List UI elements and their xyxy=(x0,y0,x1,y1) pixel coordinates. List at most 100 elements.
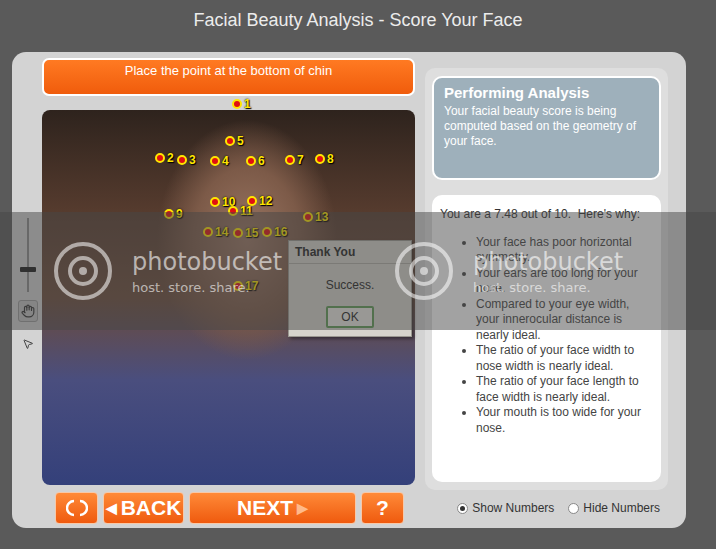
point-dot[interactable] xyxy=(164,209,174,219)
face-point[interactable]: 15 xyxy=(233,226,258,240)
face-point[interactable]: 2 xyxy=(155,151,174,165)
point-label: 2 xyxy=(167,151,174,165)
help-button[interactable]: ? xyxy=(361,492,404,524)
reason-item: The ratio of your face length to face wi… xyxy=(476,374,651,405)
face-point[interactable]: 9 xyxy=(164,207,183,221)
watermark-brand: photobucket xyxy=(473,248,623,276)
point-label: 1 xyxy=(244,97,251,111)
point-label: 13 xyxy=(315,210,328,224)
main-panel: Place the point at the bottom of chin123… xyxy=(12,52,686,528)
face-point[interactable]: 14 xyxy=(203,225,228,239)
title-bar: Facial Beauty Analysis - Score Your Face xyxy=(0,0,716,52)
pan-button[interactable] xyxy=(18,300,38,322)
reason-list: Your face has poor horizontal symmetry.Y… xyxy=(440,235,651,437)
score-summary: You are a 7.48 out of 10. Here's why: xyxy=(440,207,651,223)
point-dot[interactable] xyxy=(155,153,165,163)
slider-thumb[interactable] xyxy=(20,267,36,272)
back-button[interactable]: ◀BACK xyxy=(103,492,184,524)
radio-option[interactable]: Show Numbers xyxy=(457,501,554,515)
face-point[interactable]: 6 xyxy=(246,154,265,168)
point-label: 15 xyxy=(245,226,258,240)
face-point[interactable]: 7 xyxy=(285,153,304,167)
analysis-box: Performing Analysis Your facial beauty sc… xyxy=(432,76,661,180)
point-dot[interactable] xyxy=(177,155,187,165)
point-dot[interactable] xyxy=(247,196,257,206)
point-dot[interactable] xyxy=(210,156,220,166)
point-dot[interactable] xyxy=(233,228,243,238)
point-label: 4 xyxy=(222,154,229,168)
point-label: 7 xyxy=(297,153,304,167)
watermark-brand: photobucket xyxy=(132,248,282,276)
select-button[interactable] xyxy=(22,338,34,350)
point-label: 9 xyxy=(176,207,183,221)
reset-icon xyxy=(66,499,88,517)
analysis-text: Your facial beauty score is being comput… xyxy=(444,104,649,149)
cursor-icon xyxy=(22,338,34,350)
point-dot[interactable] xyxy=(232,99,242,109)
reason-item: Compared to your eye width, your inneroc… xyxy=(476,297,651,344)
point-dot[interactable] xyxy=(285,155,295,165)
message-dialog: Thank You Success. OK xyxy=(288,240,412,337)
point-label: 17 xyxy=(245,279,258,293)
instruction-bar: Place the point at the bottom of chin xyxy=(42,58,415,96)
number-display-options: Show Numbers Hide Numbers xyxy=(457,501,660,515)
next-button[interactable]: NEXT▶ xyxy=(189,492,356,524)
app-window: Facial Beauty Analysis - Score Your Face… xyxy=(0,0,716,549)
watermark-tagline: host. store. share. xyxy=(473,280,623,295)
point-label: 6 xyxy=(258,154,265,168)
point-label: 5 xyxy=(237,134,244,148)
reset-button[interactable] xyxy=(55,492,98,524)
reason-item: The ratio of your face width to nose wid… xyxy=(476,343,651,374)
face-point[interactable]: 5 xyxy=(225,134,244,148)
point-label: 3 xyxy=(189,153,196,167)
content-row: Place the point at the bottom of chin123… xyxy=(18,58,668,490)
results-box: You are a 7.48 out of 10. Here's why: You… xyxy=(432,195,661,482)
point-dot[interactable] xyxy=(228,206,238,216)
zoom-slider[interactable] xyxy=(18,218,38,292)
point-dot[interactable] xyxy=(303,212,313,222)
watermark-text: photobucket host. store. share. xyxy=(132,248,282,295)
face-point[interactable]: 12 xyxy=(247,194,272,208)
point-label: 8 xyxy=(327,152,334,166)
dialog-title: Thank You xyxy=(289,241,411,264)
point-label: 16 xyxy=(274,225,287,239)
tool-strip xyxy=(18,58,38,350)
face-point[interactable]: 4 xyxy=(210,154,229,168)
radio-button[interactable] xyxy=(568,503,579,514)
face-photo[interactable]: 1234567891011121314151617Thank YouSucces… xyxy=(42,110,415,485)
point-dot[interactable] xyxy=(262,227,272,237)
face-point[interactable]: 16 xyxy=(262,225,287,239)
camera-lens-icon xyxy=(52,240,114,302)
face-point[interactable]: 13 xyxy=(303,210,328,224)
ok-button[interactable]: OK xyxy=(326,306,374,328)
radio-button[interactable] xyxy=(457,503,468,514)
point-dot[interactable] xyxy=(233,281,243,291)
reason-item: Your ears are too long for your nose. xyxy=(476,266,651,297)
analysis-title: Performing Analysis xyxy=(444,84,649,101)
point-label: 14 xyxy=(215,225,228,239)
watermark-tagline: host. store. share. xyxy=(132,280,282,295)
back-arrow-icon: ◀ xyxy=(106,500,117,516)
next-arrow-icon: ▶ xyxy=(297,500,308,516)
face-point[interactable]: 3 xyxy=(177,153,196,167)
point-label: 12 xyxy=(259,194,272,208)
face-point[interactable]: 8 xyxy=(315,152,334,166)
point-label: 11 xyxy=(240,204,253,218)
point-dot[interactable] xyxy=(225,136,235,146)
dialog-message: Success. xyxy=(326,278,375,292)
point-dot[interactable] xyxy=(315,154,325,164)
watermark-logo: photobucket host. store. share. xyxy=(393,240,716,302)
point-dot[interactable] xyxy=(210,197,220,207)
face-point[interactable]: 11 xyxy=(228,204,253,218)
point-dot[interactable] xyxy=(203,227,213,237)
face-point[interactable]: 17 xyxy=(233,279,258,293)
face-point[interactable]: 1 xyxy=(232,97,251,111)
button-bar: ◀BACKNEXT▶? Show Numbers Hide Numbers xyxy=(18,492,668,524)
left-column: Place the point at the bottom of chin123… xyxy=(42,58,415,485)
watermark-text: photobucket host. store. share. xyxy=(473,248,623,295)
radio-option[interactable]: Hide Numbers xyxy=(568,501,660,515)
point-dot[interactable] xyxy=(246,156,256,166)
dialog-body: Success. OK xyxy=(289,264,411,336)
reason-item: Your mouth is too wide for your nose. xyxy=(476,405,651,436)
hand-icon xyxy=(21,304,35,318)
